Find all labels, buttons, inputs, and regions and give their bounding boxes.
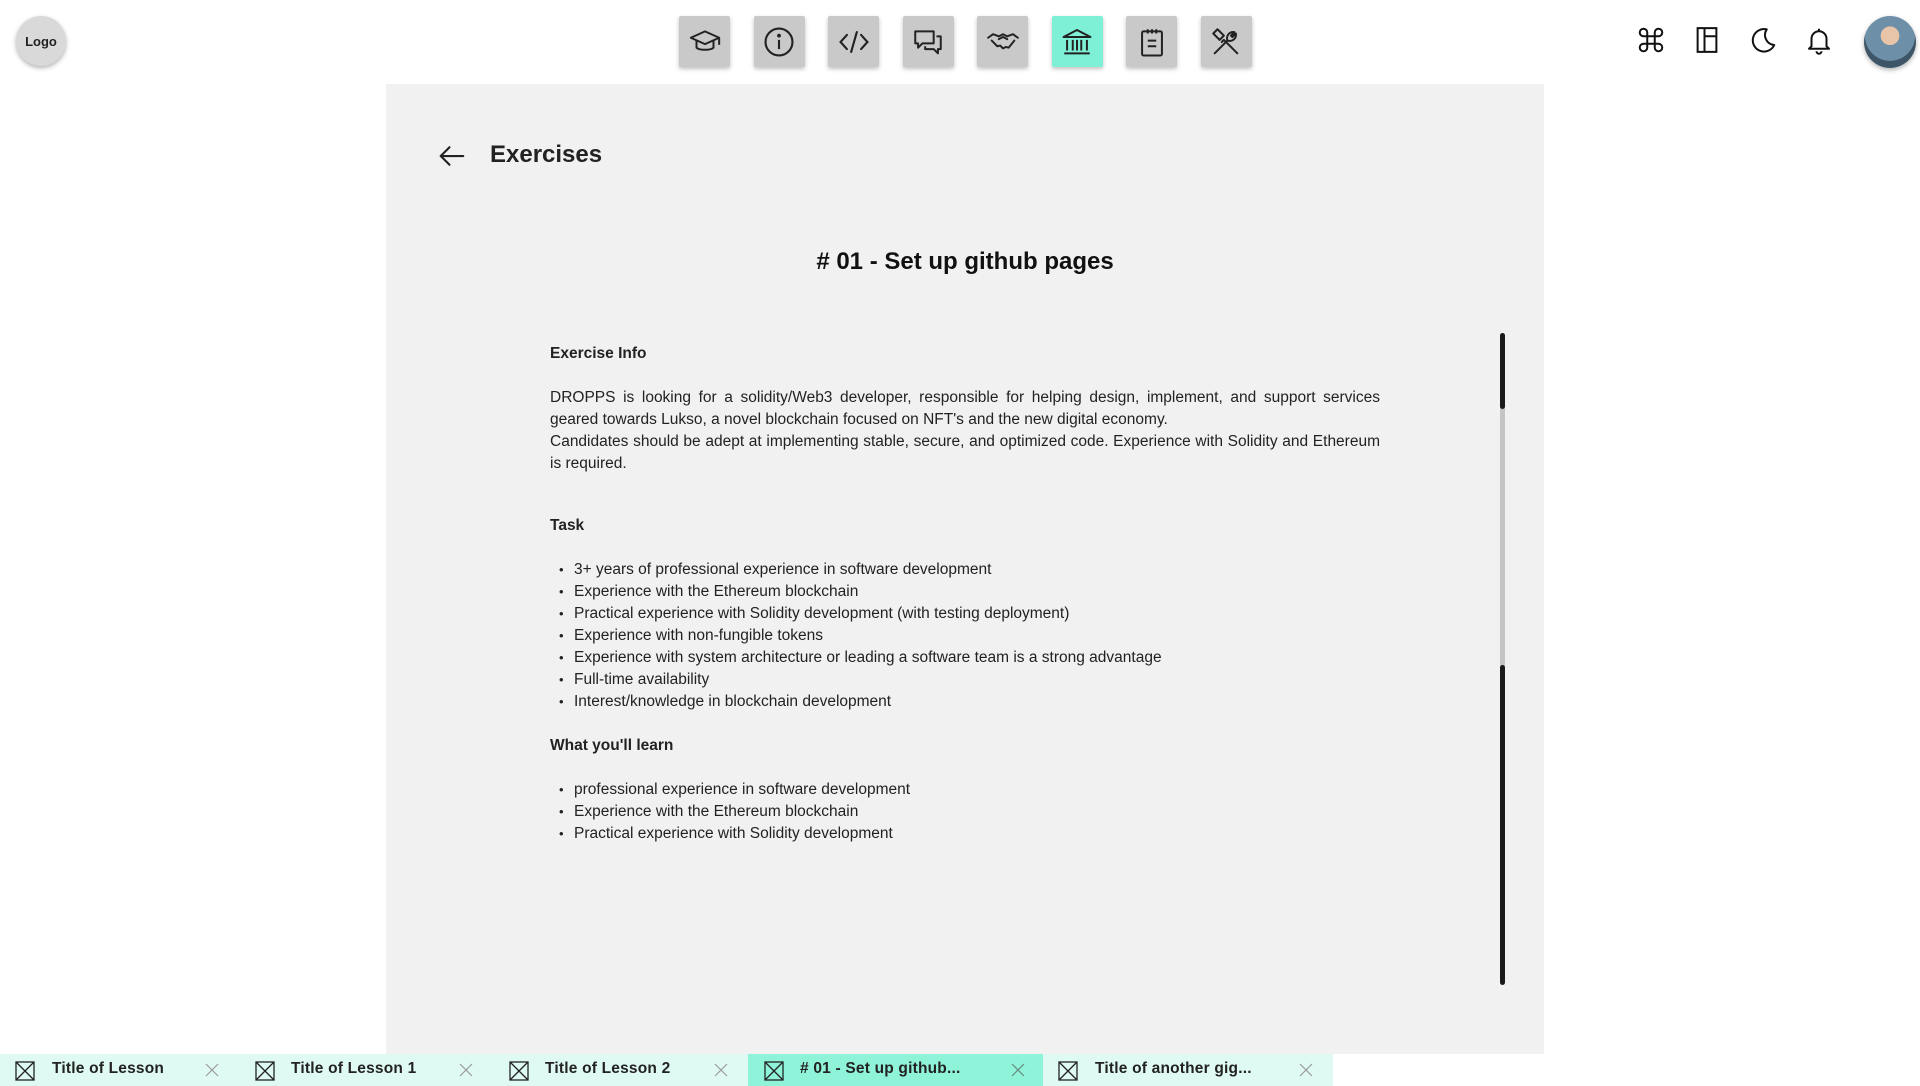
nav-tools-button[interactable] bbox=[1200, 16, 1252, 67]
command-icon bbox=[1638, 27, 1664, 53]
task-item: Experience with non-fungible tokens bbox=[559, 625, 1380, 647]
scrollbar-thumb[interactable] bbox=[1500, 333, 1505, 409]
back-button[interactable] bbox=[434, 138, 470, 174]
task-item: Experience with system architecture or l… bbox=[559, 647, 1380, 669]
image-placeholder-icon bbox=[255, 1061, 275, 1081]
tab-label: Title of another gig... bbox=[1095, 1060, 1252, 1077]
nav-partners-button[interactable] bbox=[977, 16, 1028, 67]
user-avatar[interactable] bbox=[1864, 16, 1916, 68]
nav-bank-button[interactable] bbox=[1051, 16, 1103, 67]
close-icon[interactable] bbox=[205, 1063, 219, 1077]
scrollbar-thumb-lower[interactable] bbox=[1500, 665, 1505, 985]
layout-button[interactable] bbox=[1687, 20, 1727, 60]
tab-lesson-2[interactable]: Title of Lesson 2 bbox=[493, 1054, 748, 1086]
handshake-icon bbox=[986, 32, 1019, 49]
moon-icon bbox=[1751, 28, 1776, 53]
tab-exercise-01[interactable]: # 01 - Set up github... bbox=[748, 1054, 1043, 1086]
task-item: Interest/knowledge in blockchain develop… bbox=[559, 691, 1380, 713]
learn-heading: What you'll learn bbox=[550, 737, 674, 754]
learn-list: professional experience in software deve… bbox=[550, 779, 1380, 845]
logo-label: Logo bbox=[25, 33, 57, 49]
tab-another-gig[interactable]: Title of another gig... bbox=[1043, 1054, 1333, 1086]
tab-label: # 01 - Set up github... bbox=[800, 1060, 961, 1077]
close-icon[interactable] bbox=[1299, 1063, 1313, 1077]
image-placeholder-icon bbox=[764, 1061, 784, 1081]
chat-icon bbox=[914, 29, 942, 54]
utility-bar bbox=[1631, 20, 1855, 60]
arrow-left-icon bbox=[439, 146, 465, 166]
exercise-content: Exercise Info DROPPS is looking for a so… bbox=[550, 343, 1380, 845]
learn-item: Practical experience with Solidity devel… bbox=[559, 823, 1380, 845]
tools-icon bbox=[1212, 27, 1239, 54]
tab-label: Title of Lesson 2 bbox=[545, 1060, 671, 1077]
tab-lesson[interactable]: Title of Lesson bbox=[0, 1054, 238, 1086]
close-icon[interactable] bbox=[1011, 1063, 1025, 1077]
task-heading: Task bbox=[550, 517, 585, 534]
command-button[interactable] bbox=[1631, 20, 1671, 60]
tab-label: Title of Lesson 1 bbox=[291, 1060, 417, 1077]
exercise-info-heading: Exercise Info bbox=[550, 345, 647, 362]
close-icon[interactable] bbox=[714, 1063, 728, 1077]
task-item: 3+ years of professional experience in s… bbox=[559, 559, 1380, 581]
learn-item: professional experience in software deve… bbox=[559, 779, 1380, 801]
logo[interactable]: Logo bbox=[16, 16, 66, 66]
code-icon bbox=[838, 30, 869, 53]
section-title: Exercises bbox=[490, 141, 603, 168]
task-list: 3+ years of professional experience in s… bbox=[550, 559, 1380, 713]
tab-bar: Title of Lesson Title of Lesson 1 Title … bbox=[0, 1054, 1333, 1086]
clipboard-icon bbox=[1140, 28, 1163, 56]
nav-code-button[interactable] bbox=[828, 16, 879, 67]
bell-icon bbox=[1808, 28, 1830, 55]
top-nav bbox=[679, 16, 1275, 67]
exercise-panel: Exercises # 01 - Set up github pages Exe… bbox=[386, 84, 1544, 1054]
nav-exercises-button[interactable] bbox=[1126, 16, 1177, 67]
image-placeholder-icon bbox=[15, 1061, 35, 1081]
image-placeholder-icon bbox=[509, 1061, 529, 1081]
task-item: Practical experience with Solidity devel… bbox=[559, 603, 1380, 625]
tab-lesson-1[interactable]: Title of Lesson 1 bbox=[238, 1054, 493, 1086]
task-item: Full-time availability bbox=[559, 669, 1380, 691]
info-icon bbox=[764, 26, 794, 57]
tab-label: Title of Lesson bbox=[52, 1060, 165, 1077]
theme-toggle-button[interactable] bbox=[1743, 20, 1783, 60]
learn-item: Experience with the Ethereum blockchain bbox=[559, 801, 1380, 823]
graduation-cap-icon bbox=[689, 29, 720, 51]
info-paragraph: DROPPS is looking for a solidity/Web3 de… bbox=[550, 389, 1380, 428]
layout-icon bbox=[1696, 27, 1718, 53]
notifications-button[interactable] bbox=[1799, 20, 1839, 60]
nav-info-button[interactable] bbox=[753, 16, 805, 67]
bank-icon bbox=[1062, 28, 1092, 54]
image-placeholder-icon bbox=[1058, 1061, 1078, 1081]
nav-courses-button[interactable] bbox=[679, 16, 730, 67]
nav-chat-button[interactable] bbox=[902, 16, 954, 67]
close-icon[interactable] bbox=[459, 1063, 473, 1077]
task-item: Experience with the Ethereum blockchain bbox=[559, 581, 1380, 603]
info-paragraph: Candidates should be adept at implementi… bbox=[550, 433, 1380, 472]
exercise-title: # 01 - Set up github pages bbox=[816, 248, 1114, 275]
